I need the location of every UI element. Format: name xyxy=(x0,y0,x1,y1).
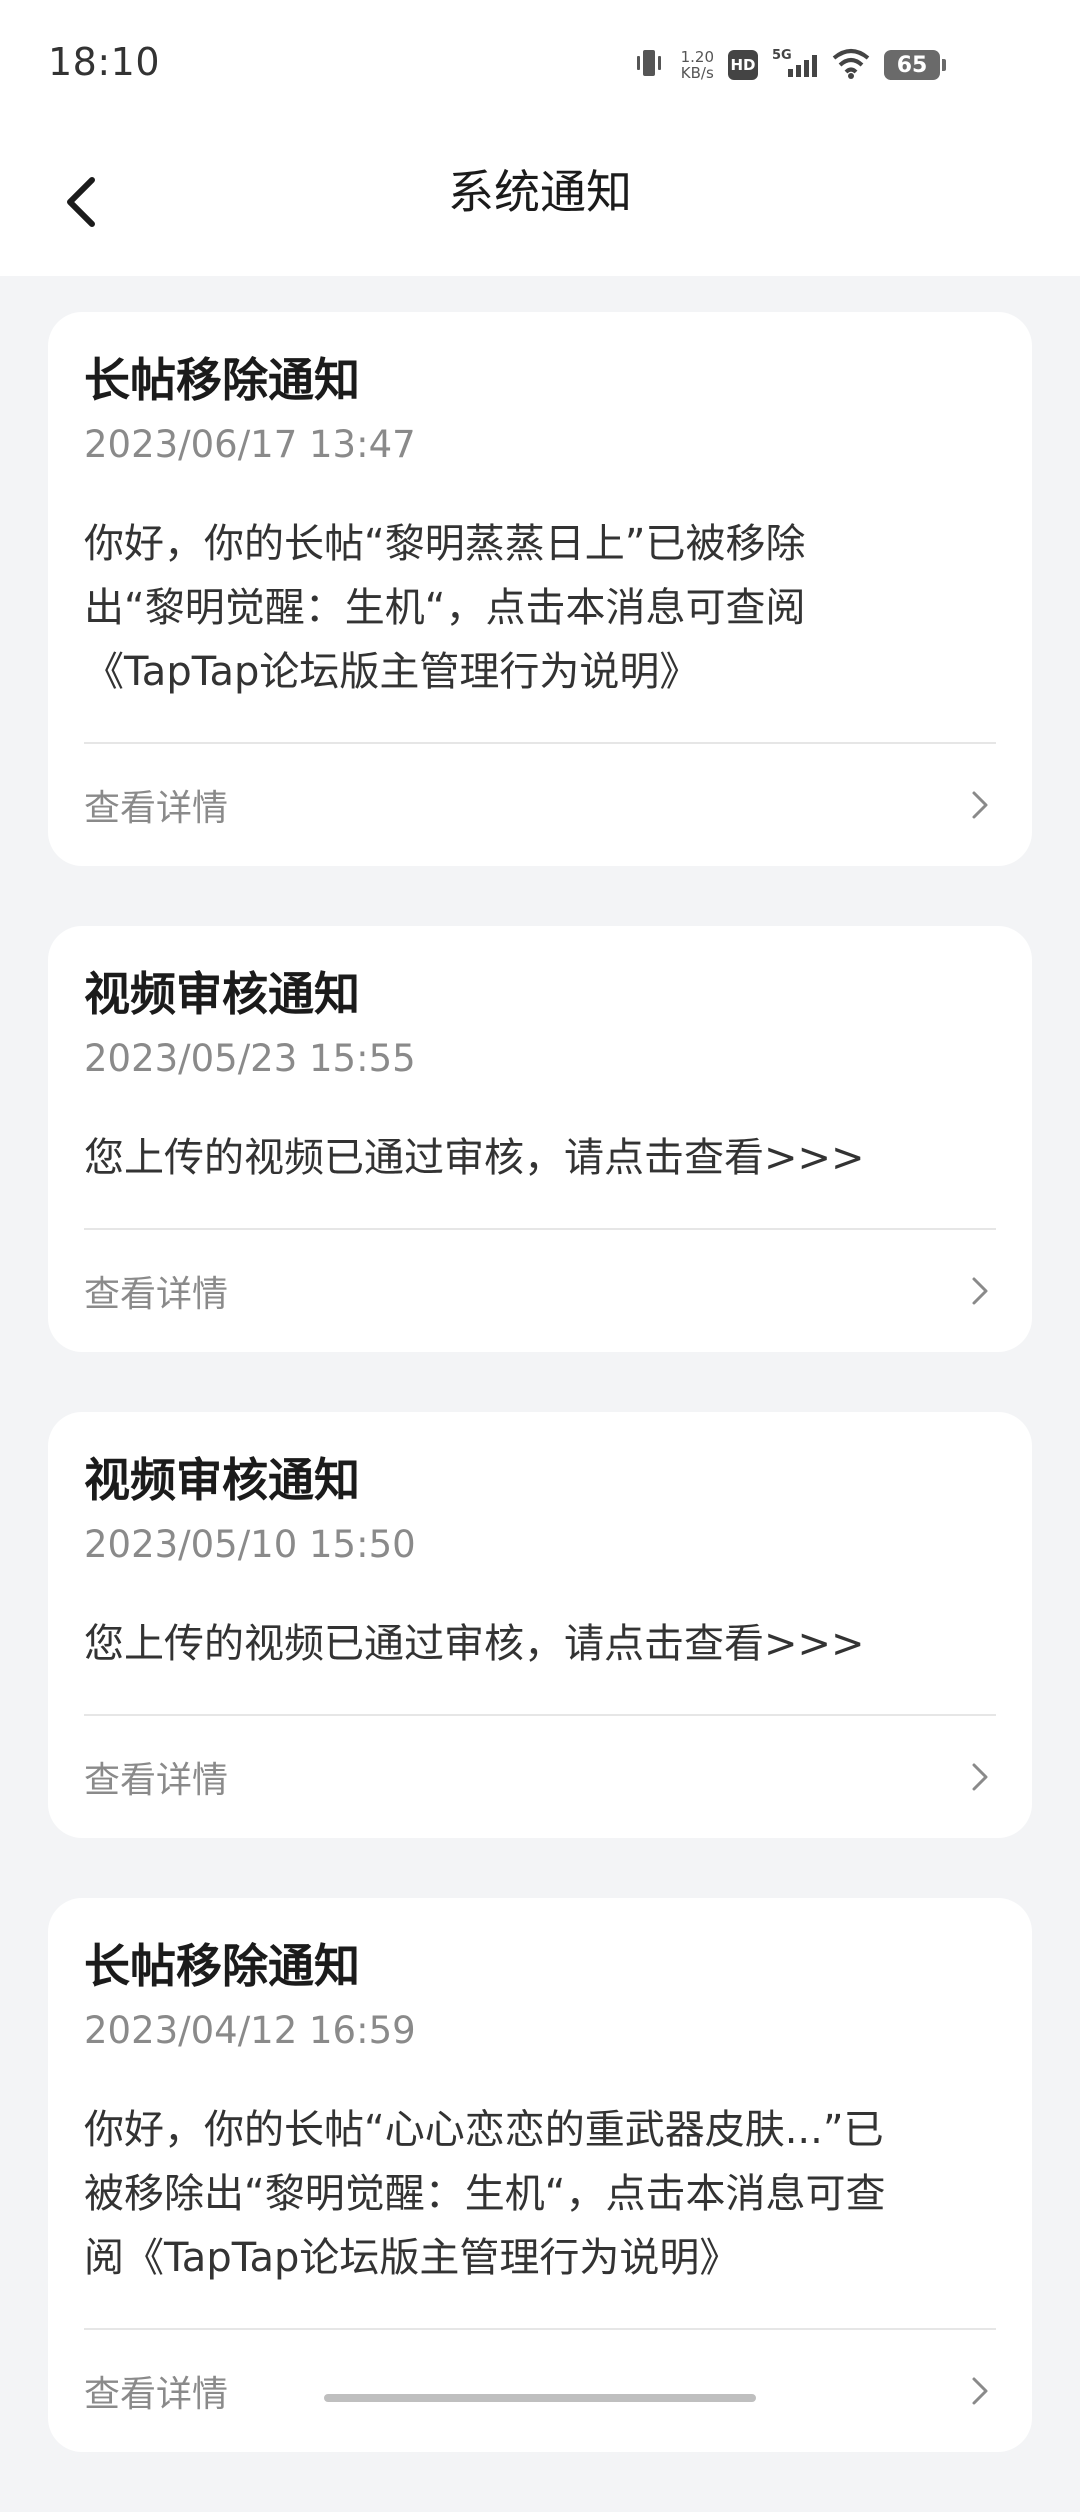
notification-body: 您上传的视频已通过审核，请点击查看>>> xyxy=(84,1135,865,1181)
notification-date: 2023/05/23 15:55 xyxy=(84,1037,416,1080)
home-indicator[interactable] xyxy=(324,2394,756,2402)
network-speed: 1.20 KB/s xyxy=(680,48,714,82)
view-details-label: 查看详情 xyxy=(84,1274,229,1315)
view-details-label: 查看详情 xyxy=(84,1760,229,1801)
notification-card[interactable]: 视频审核通知 2023/05/23 15:55 您上传的视频已通过审核，请点击查… xyxy=(48,926,1032,1352)
svg-text:5G: 5G xyxy=(772,48,792,63)
status-bar: 18:10 1.20 KB/s HD 5G 65 xyxy=(0,0,1080,128)
view-details-label: 查看详情 xyxy=(84,788,229,829)
hd-badge: HD xyxy=(728,50,758,80)
notification-title: 视频审核通知 xyxy=(84,967,360,1021)
view-details-row[interactable]: 查看详情 xyxy=(84,2330,996,2452)
status-time: 18:10 xyxy=(48,40,161,84)
status-icons: 1.20 KB/s HD 5G 65 xyxy=(631,40,946,90)
view-details-row[interactable]: 查看详情 xyxy=(84,744,996,866)
view-details-label: 查看详情 xyxy=(84,2374,229,2415)
chevron-right-icon xyxy=(972,1277,988,1305)
notification-list: 长帖移除通知 2023/06/17 13:47 你好，你的长帖“黎明蒸蒸日上”已… xyxy=(48,312,1032,2512)
chevron-right-icon xyxy=(972,791,988,819)
chevron-right-icon xyxy=(972,1763,988,1791)
notification-card[interactable]: 长帖移除通知 2023/04/12 16:59 你好，你的长帖“心心恋恋的重武器… xyxy=(48,1898,1032,2452)
notification-card[interactable]: 视频审核通知 2023/05/10 15:50 您上传的视频已通过审核，请点击查… xyxy=(48,1412,1032,1838)
wifi-icon xyxy=(832,46,870,84)
notification-title: 长帖移除通知 xyxy=(84,1939,360,1993)
cell-signal-icon: 5G xyxy=(772,45,818,85)
view-details-row[interactable]: 查看详情 xyxy=(84,1230,996,1352)
notification-card[interactable]: 长帖移除通知 2023/06/17 13:47 你好，你的长帖“黎明蒸蒸日上”已… xyxy=(48,312,1032,866)
notification-body: 你好，你的长帖“心心恋恋的重武器皮肤...”已被移除出“黎明觉醒：生机“，点击本… xyxy=(84,2107,886,2281)
notification-body: 您上传的视频已通过审核，请点击查看>>> xyxy=(84,1621,865,1667)
notification-date: 2023/04/12 16:59 xyxy=(84,2009,416,2052)
chevron-right-icon xyxy=(972,2377,988,2405)
vibrate-icon xyxy=(631,45,667,85)
notification-title: 视频审核通知 xyxy=(84,1453,360,1507)
view-details-row[interactable]: 查看详情 xyxy=(84,1716,996,1838)
notification-date: 2023/05/10 15:50 xyxy=(84,1523,416,1566)
battery-indicator: 65 xyxy=(884,50,946,80)
notification-body: 你好，你的长帖“黎明蒸蒸日上”已被移除出“黎明觉醒：生机“，点击本消息可查阅《T… xyxy=(84,521,806,695)
page-title: 系统通知 xyxy=(448,165,632,219)
notification-title: 长帖移除通知 xyxy=(84,353,360,407)
nav-bar: 系统通知 xyxy=(0,128,1080,276)
notification-date: 2023/06/17 13:47 xyxy=(84,423,416,466)
